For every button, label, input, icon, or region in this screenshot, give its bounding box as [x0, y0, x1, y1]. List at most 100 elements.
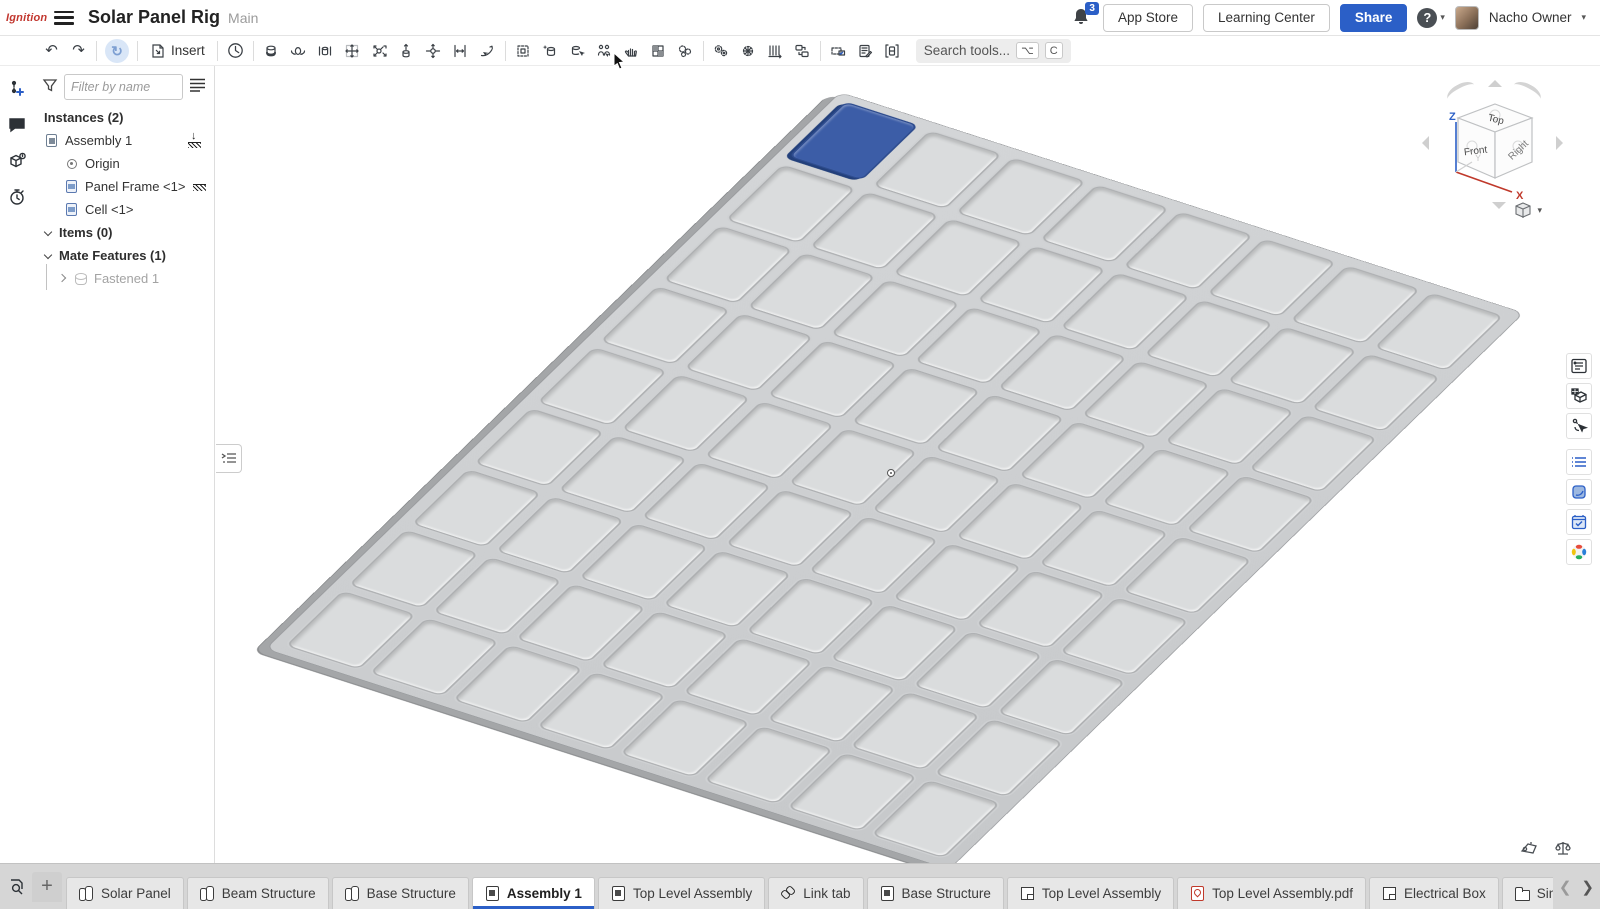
- view-options-dropdown[interactable]: ▾: [1514, 202, 1542, 218]
- tab-type-icon: [880, 886, 895, 901]
- planar-mate-icon[interactable]: [339, 38, 366, 64]
- share-button[interactable]: Share: [1340, 4, 1408, 32]
- cylindrical-mate-icon[interactable]: [393, 38, 420, 64]
- document-tab[interactable]: Simulation: [1502, 877, 1553, 909]
- chevron-down-icon: ▾: [1537, 205, 1542, 216]
- app-store-app-icon[interactable]: [1566, 539, 1592, 565]
- app-store-button[interactable]: App Store: [1103, 4, 1193, 32]
- learning-center-button[interactable]: Learning Center: [1203, 4, 1330, 32]
- custom-table-icon[interactable]: [1566, 449, 1592, 475]
- tree-row[interactable]: Mate Features (1): [34, 244, 214, 267]
- fastened-mate-icon[interactable]: [258, 38, 285, 64]
- comments-panel-icon[interactable]: [6, 114, 28, 136]
- edit-in-place-icon[interactable]: [564, 38, 591, 64]
- help-menu[interactable]: ? ▾: [1417, 8, 1445, 28]
- tree-row[interactable]: Items (0): [34, 221, 214, 244]
- tree-row[interactable]: Fastened 1: [34, 267, 214, 290]
- document-tab[interactable]: Top Level Assembly.pdf: [1177, 877, 1366, 909]
- parts-inspect-panel-icon[interactable]: [6, 150, 28, 172]
- pin-slot-mate-icon[interactable]: [420, 38, 447, 64]
- left-icon-strip: [0, 36, 34, 863]
- revolute-mate-icon[interactable]: [285, 38, 312, 64]
- gear-relation-icon[interactable]: [708, 38, 735, 64]
- history-panel-icon[interactable]: [6, 186, 28, 208]
- document-tab[interactable]: Electrical Box: [1369, 877, 1499, 909]
- tab-type-icon: [1190, 886, 1205, 901]
- undo-icon[interactable]: ↶: [38, 38, 65, 64]
- tab-type-icon: [1382, 886, 1397, 901]
- snap-mode-icon[interactable]: [618, 38, 645, 64]
- tree-row[interactable]: Cell <1>: [34, 198, 214, 221]
- named-positions-icon[interactable]: [1566, 413, 1592, 439]
- tab-search-icon[interactable]: [4, 874, 30, 900]
- motion-relation-icon[interactable]: [735, 38, 762, 64]
- document-tab[interactable]: Assembly 1: [472, 877, 595, 909]
- view-cube[interactable]: Top Front Right Z X Y ▾: [1420, 74, 1570, 224]
- parallel-mate-icon[interactable]: [447, 38, 474, 64]
- replicate-icon[interactable]: [789, 38, 816, 64]
- document-tabs: Solar Panel Beam Structure Base Structur…: [66, 864, 1553, 909]
- 3d-viewport[interactable]: Top Front Right Z X Y ▾: [215, 66, 1600, 863]
- sheet-metal-table-icon[interactable]: [852, 38, 879, 64]
- panel-frame-3d[interactable]: [265, 92, 1524, 863]
- right-panel-rail-bottom: [1566, 449, 1596, 565]
- tabs-scroll-left-icon[interactable]: ❮: [1559, 878, 1572, 896]
- tree-item-icon: [73, 271, 88, 286]
- document-tab[interactable]: Top Level Assembly: [598, 877, 765, 909]
- redo-icon[interactable]: ↷: [65, 38, 92, 64]
- bom-icon[interactable]: [1566, 353, 1592, 379]
- add-tab-button[interactable]: +: [32, 872, 62, 902]
- configurations-icon[interactable]: [1566, 383, 1592, 409]
- hamburger-menu-icon[interactable]: [54, 11, 74, 25]
- tree-row[interactable]: Instances (2): [34, 106, 214, 129]
- document-tab[interactable]: Beam Structure: [187, 877, 329, 909]
- rack-relation-icon[interactable]: [762, 38, 789, 64]
- mass-properties-icon[interactable]: [1554, 840, 1572, 861]
- filter-icon[interactable]: [42, 77, 58, 98]
- notifications-bell-icon[interactable]: 3: [1071, 7, 1093, 29]
- document-tab[interactable]: Base Structure: [332, 877, 469, 909]
- part-list-icon[interactable]: [1566, 479, 1592, 505]
- avatar[interactable]: [1455, 6, 1479, 30]
- slider-mate-icon[interactable]: [312, 38, 339, 64]
- measure-icon[interactable]: [1520, 840, 1538, 861]
- tree-chevron-icon[interactable]: [44, 228, 53, 237]
- ball-mate-icon[interactable]: [366, 38, 393, 64]
- part-pattern-icon[interactable]: [672, 38, 699, 64]
- document-tab-bar: + Solar Panel Beam Structure Base Struct…: [0, 863, 1600, 909]
- user-name[interactable]: Nacho Owner: [1489, 10, 1572, 25]
- interference-check-icon[interactable]: [879, 38, 906, 64]
- tree-row[interactable]: Assembly 1: [34, 129, 214, 152]
- exploded-view-icon[interactable]: [645, 38, 672, 64]
- search-tools-input[interactable]: Search tools... ⌥ C: [916, 39, 1071, 63]
- tree-row[interactable]: Panel Frame <1>: [34, 175, 214, 198]
- rotate-view-icon[interactable]: ↻: [105, 39, 129, 63]
- document-tab[interactable]: Solar Panel: [66, 877, 184, 909]
- tabs-scroll-right-icon[interactable]: ❯: [1581, 878, 1594, 896]
- tab-label: Base Structure: [367, 886, 456, 901]
- assembly-origin-marker[interactable]: [887, 469, 895, 477]
- tasks-icon[interactable]: [1566, 509, 1592, 535]
- document-tab[interactable]: Top Level Assembly: [1007, 877, 1174, 909]
- document-tab[interactable]: Base Structure: [867, 877, 1004, 909]
- tree-row[interactable]: Origin: [34, 152, 214, 175]
- tree-chevron-icon[interactable]: [58, 274, 67, 283]
- workspace-name[interactable]: Main: [228, 10, 258, 26]
- create-drawing-icon[interactable]: [825, 38, 852, 64]
- insert-button[interactable]: Insert: [142, 38, 213, 64]
- explode-select-icon[interactable]: [510, 38, 537, 64]
- tab-type-icon: [611, 886, 626, 901]
- document-tab[interactable]: Link tab: [768, 877, 863, 909]
- tree-chevron-icon[interactable]: [44, 251, 53, 260]
- axis-x-label: X: [1516, 190, 1524, 202]
- add-instance-panel-icon[interactable]: [6, 78, 28, 100]
- tab-type-icon: [781, 886, 796, 901]
- feature-pattern-icon[interactable]: [537, 38, 564, 64]
- manage-positions-icon[interactable]: [591, 38, 618, 64]
- help-icon[interactable]: ?: [1417, 8, 1437, 28]
- list-view-icon[interactable]: [189, 77, 206, 97]
- tangent-mate-icon[interactable]: [474, 38, 501, 64]
- panel-collapse-handle[interactable]: [216, 444, 242, 473]
- mate-icon[interactable]: [222, 38, 249, 64]
- filter-by-name-input[interactable]: [64, 74, 183, 100]
